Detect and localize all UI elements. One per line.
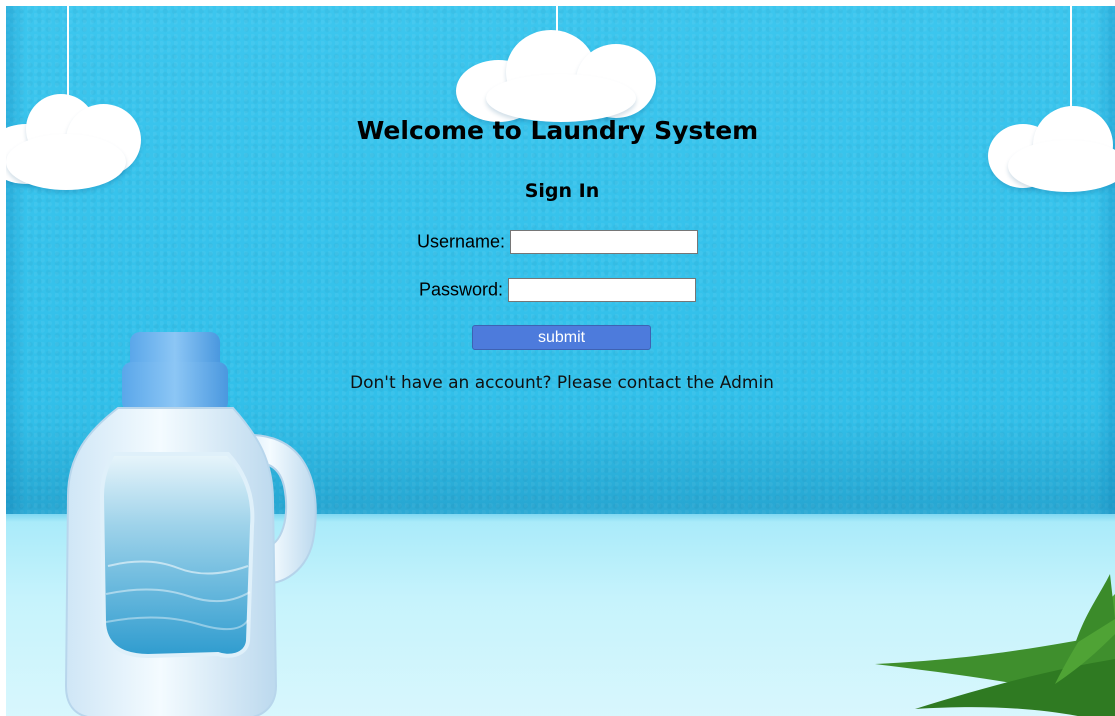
username-label: Username: — [416, 231, 505, 252]
password-row: Password: — [0, 278, 1115, 302]
sign-in-heading: Sign In — [524, 180, 600, 202]
username-row: Username: — [0, 230, 1115, 254]
username-input[interactable] — [510, 230, 699, 254]
login-form: Welcome to Laundry System Sign In Userna… — [0, 0, 1115, 716]
password-label: Password: — [418, 279, 504, 300]
contact-admin-note: Don't have an account? Please contact th… — [350, 373, 774, 393]
submit-button[interactable]: submit — [472, 325, 651, 350]
page-title: Welcome to Laundry System — [356, 116, 759, 145]
password-input[interactable] — [508, 278, 697, 302]
